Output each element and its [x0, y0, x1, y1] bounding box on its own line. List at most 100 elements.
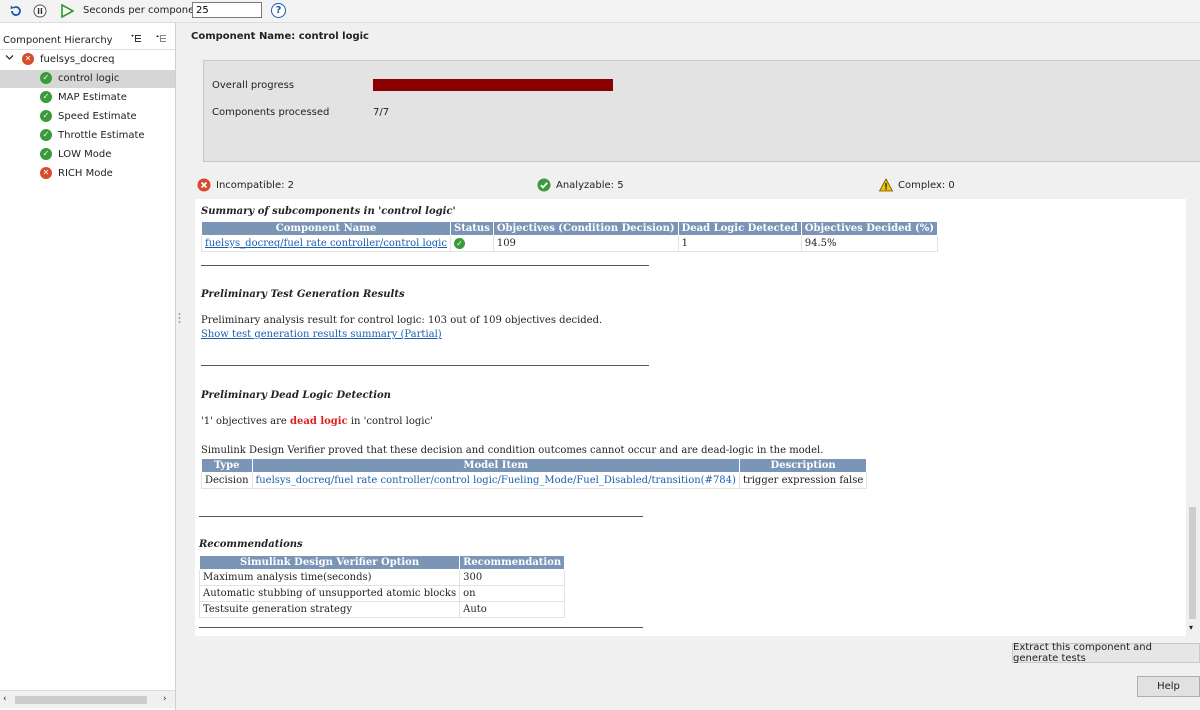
incompatible-icon: ✕	[40, 167, 52, 179]
divider	[201, 365, 649, 366]
complex-count: Complex: 0	[898, 180, 955, 191]
vertical-scrollbar[interactable]: ▾	[1186, 505, 1200, 636]
column-header: Recommendation	[459, 555, 566, 570]
dead-logic-suffix: in 'control logic'	[347, 416, 433, 427]
chevron-down-icon[interactable]	[5, 53, 14, 65]
recommendation-cell: on	[459, 585, 566, 602]
scrollbar-thumb[interactable]	[1189, 507, 1196, 619]
analyzable-icon: ✓	[40, 72, 52, 84]
hierarchy-header: Component Hierarchy	[0, 29, 175, 50]
progress-panel	[203, 60, 1200, 162]
component-link-cell[interactable]: fuelsys_docreq/fuel rate controller/cont…	[201, 235, 451, 252]
scrollbar-thumb[interactable]	[15, 696, 147, 704]
table-header-row: Simulink Design Verifier Option Recommen…	[198, 555, 566, 570]
pause-icon[interactable]	[32, 3, 48, 19]
analyzable-icon: ✓	[40, 110, 52, 122]
model-item-cell[interactable]: fuelsys_docreq/fuel rate controller/cont…	[251, 472, 740, 489]
divider	[199, 516, 643, 517]
model-item-link[interactable]: fuelsys_docreq/fuel rate controller/cont…	[256, 475, 736, 486]
table-row: fuelsys_docreq/fuel rate controller/cont…	[201, 235, 938, 252]
column-header: Simulink Design Verifier Option	[198, 555, 461, 570]
column-header: Description	[738, 458, 868, 473]
toolbar: Seconds per component ?	[0, 0, 1200, 23]
overall-progress-bar	[373, 79, 613, 91]
seconds-per-component-input[interactable]	[192, 2, 262, 18]
component-hierarchy-panel: Component Hierarchy ✕ fuelsys_docreq ✓ c…	[0, 23, 176, 710]
splitter-grip[interactable]	[178, 312, 181, 324]
extract-and-generate-button[interactable]: Extract this component and generate test…	[1012, 642, 1200, 664]
run-icon[interactable]	[59, 3, 75, 19]
scroll-down-icon[interactable]: ▾	[1189, 623, 1193, 632]
dead-logic-prefix: '1' objectives are	[201, 416, 291, 427]
column-header: Status	[449, 221, 494, 236]
dead-logic-cell: 1	[677, 235, 802, 252]
table-header-row: Type Model Item Description	[201, 458, 868, 473]
status-cell: ✓	[449, 235, 494, 252]
expand-all-icon[interactable]	[130, 34, 142, 47]
report-panel: Summary of subcomponents in 'control log…	[195, 199, 1186, 636]
table-row: Testsuite generation strategy Auto	[198, 601, 566, 618]
option-cell: Testsuite generation strategy	[198, 601, 461, 618]
help-icon[interactable]: ?	[271, 3, 286, 18]
tree-item-throttle-estimate[interactable]: ✓ Throttle Estimate	[0, 127, 175, 145]
dead-logic-table: Type Model Item Description Decision fue…	[201, 458, 868, 489]
warning-icon	[878, 178, 894, 192]
column-header: Component Name	[201, 221, 451, 236]
help-button[interactable]: Help	[1137, 676, 1200, 697]
tree-item-label: Throttle Estimate	[58, 130, 145, 141]
tree-item-label: RICH Mode	[58, 168, 113, 179]
component-name-heading: Component Name: control logic	[191, 31, 369, 42]
horizontal-scrollbar[interactable]: ‹ ›	[0, 690, 175, 708]
table-row: Maximum analysis time(seconds) 300	[198, 569, 566, 586]
analyzable-icon	[537, 178, 551, 192]
proof-text: Simulink Design Verifier proved that the…	[201, 445, 824, 456]
dead-logic-highlight: dead logic	[290, 416, 348, 427]
tree-item-label: LOW Mode	[58, 149, 112, 160]
tree-item-low-mode[interactable]: ✓ LOW Mode	[0, 146, 175, 164]
scroll-right-icon[interactable]: ›	[163, 694, 167, 704]
refresh-icon[interactable]	[8, 3, 24, 19]
recommendations-table: Simulink Design Verifier Option Recommen…	[198, 555, 566, 618]
incompatible-icon	[197, 178, 211, 192]
hierarchy-title: Component Hierarchy	[3, 35, 113, 46]
tree-item-rich-mode[interactable]: ✕ RICH Mode	[0, 165, 175, 183]
divider	[199, 627, 643, 628]
tree-item-label: Speed Estimate	[58, 111, 137, 122]
overall-progress-label: Overall progress	[212, 80, 295, 91]
progress-fill	[373, 79, 613, 91]
tree-item-label: control logic	[58, 73, 120, 84]
dead-logic-title: Preliminary Dead Logic Detection	[201, 390, 391, 401]
summary-title: Summary of subcomponents in 'control log…	[201, 206, 456, 217]
type-cell: Decision	[201, 472, 253, 489]
recommendation-cell: Auto	[459, 601, 566, 618]
components-processed-value: 7/7	[373, 107, 390, 118]
column-header: Type	[201, 458, 253, 473]
column-header: Objectives (Condition Decision)	[492, 221, 679, 236]
description-cell: trigger expression false	[738, 472, 868, 489]
seconds-per-component-label: Seconds per component	[83, 5, 205, 16]
collapse-all-icon[interactable]	[155, 34, 167, 47]
column-header: Objectives Decided (%)	[800, 221, 938, 236]
analyzable-icon: ✓	[40, 129, 52, 141]
show-summary-link[interactable]: Show test generation results summary (Pa…	[201, 329, 442, 340]
option-cell: Automatic stubbing of unsupported atomic…	[198, 585, 461, 602]
table-row: Automatic stubbing of unsupported atomic…	[198, 585, 566, 602]
column-header: Dead Logic Detected	[677, 221, 802, 236]
component-link[interactable]: fuelsys_docreq/fuel rate controller/cont…	[205, 238, 447, 249]
tree-item-map-estimate[interactable]: ✓ MAP Estimate	[0, 89, 175, 107]
table-header-row: Component Name Status Objectives (Condit…	[201, 221, 938, 236]
tree-item-control-logic[interactable]: ✓ control logic	[0, 70, 175, 88]
test-generation-title: Preliminary Test Generation Results	[201, 289, 405, 300]
components-processed-label: Components processed	[212, 107, 330, 118]
dead-logic-summary: '1' objectives are dead logic in 'contro…	[201, 416, 433, 427]
tree-item-label: MAP Estimate	[58, 92, 127, 103]
table-row: Decision fuelsys_docreq/fuel rate contro…	[201, 472, 868, 489]
option-cell: Maximum analysis time(seconds)	[198, 569, 461, 586]
scroll-left-icon[interactable]: ‹	[3, 694, 7, 704]
objectives-cell: 109	[492, 235, 679, 252]
tree-root-fuelsys-docreq[interactable]: ✕ fuelsys_docreq	[0, 51, 175, 69]
analyzable-icon: ✓	[40, 91, 52, 103]
recommendation-cell: 300	[459, 569, 566, 586]
analyzable-icon: ✓	[40, 148, 52, 160]
tree-item-speed-estimate[interactable]: ✓ Speed Estimate	[0, 108, 175, 126]
